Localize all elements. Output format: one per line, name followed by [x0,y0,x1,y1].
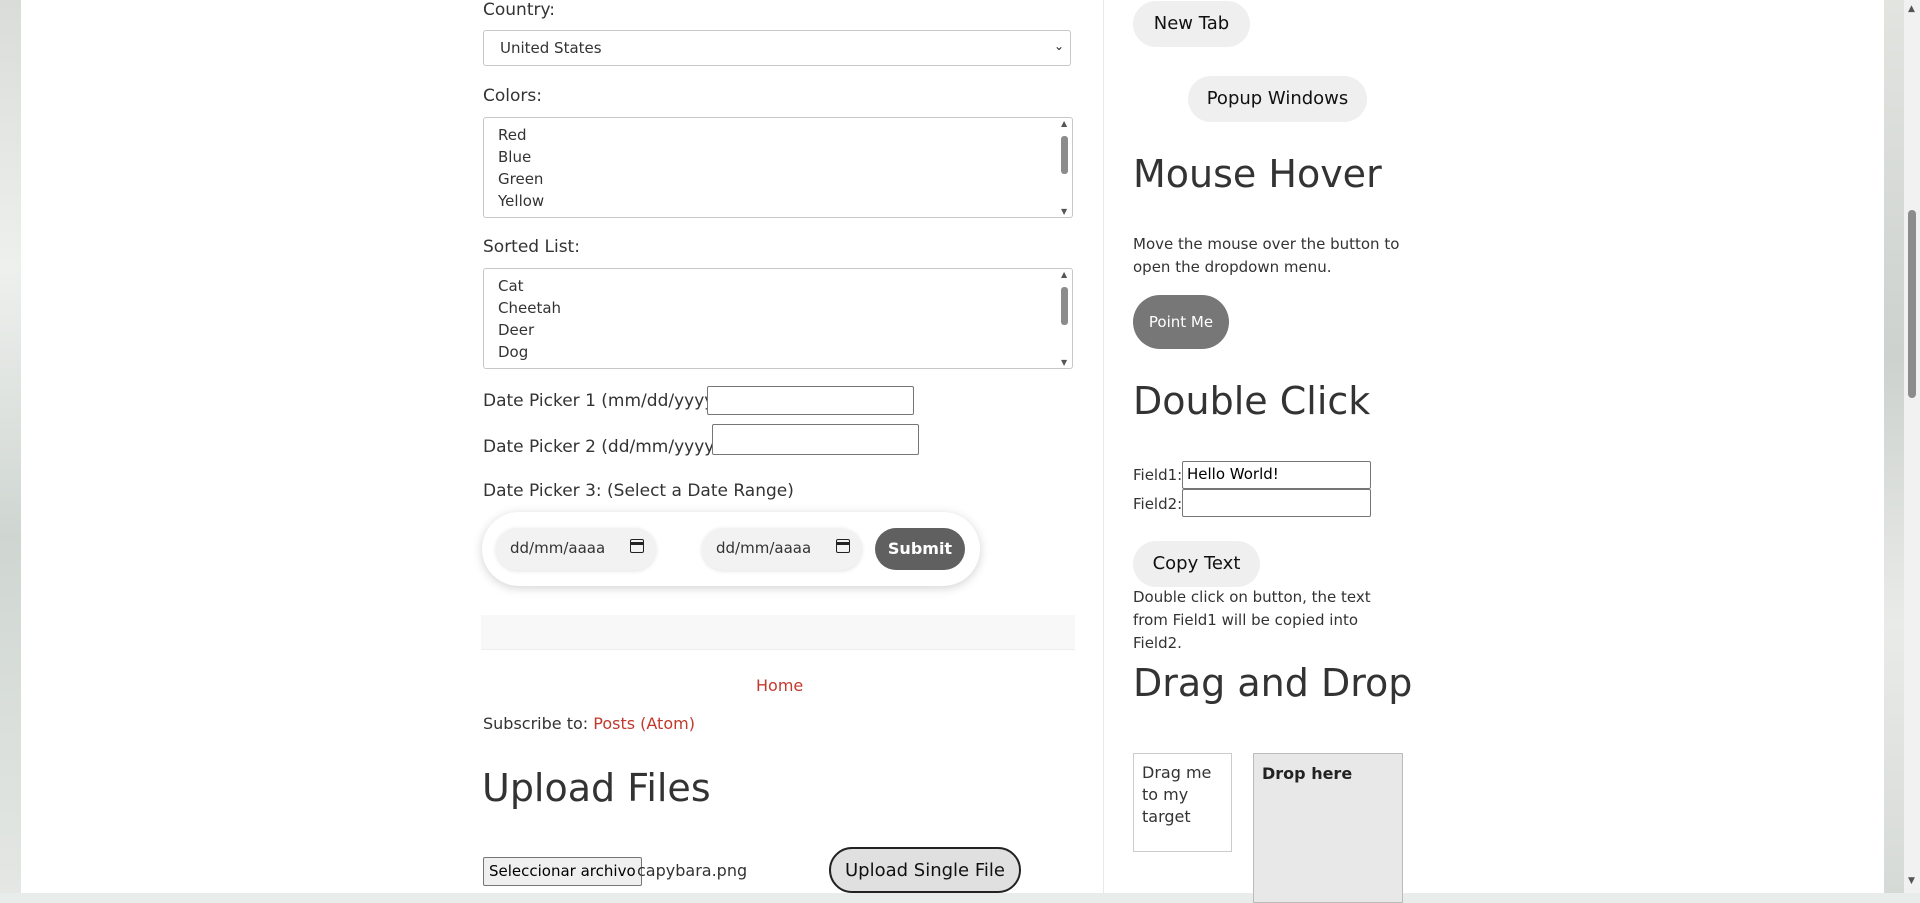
drop-target[interactable]: Drop here [1253,753,1403,903]
background-right [1884,0,1904,893]
upload-files-heading: Upload Files [482,766,711,810]
copy-text-button[interactable]: Copy Text [1133,541,1260,587]
home-link[interactable]: Home [756,676,803,695]
upload-single-file-button[interactable]: Upload Single File [829,847,1021,893]
scroll-down-arrow-icon[interactable]: ▼ [1061,358,1067,367]
country-value: United States [500,39,602,57]
start-date-placeholder: dd/mm/aaaa [510,539,606,557]
datepicker1-input[interactable] [707,386,914,415]
sorted-scrollbar[interactable]: ▲ ▼ [1058,269,1072,368]
end-date-placeholder: dd/mm/aaaa [716,539,812,557]
country-select[interactable]: United States ⌄ [483,30,1071,66]
date-range-container: dd/mm/aaaa dd/mm/aaaa Submit [482,512,980,586]
country-label: Country: [483,0,556,20]
field1-input[interactable]: Hello World! [1182,461,1371,489]
scroll-down-arrow-icon[interactable]: ▼ [1061,207,1067,216]
colors-option[interactable]: Blue [498,146,1072,168]
colors-option[interactable]: Green [498,168,1072,190]
datepicker2-label: Date Picker 2 (dd/mm/yyyy) : [483,437,733,457]
field2-input[interactable] [1182,489,1371,517]
choose-file-button[interactable]: Seleccionar archivo [483,857,642,886]
sorted-listbox[interactable]: Cat Cheetah Deer Dog ▲ ▼ [483,268,1073,369]
subscribe-prefix: Subscribe to: [483,714,589,733]
field2-label: Field2: [1133,495,1183,513]
datepicker1-label: Date Picker 1 (mm/dd/yyyy): [483,391,727,411]
double-click-heading: Double Click [1133,379,1371,423]
new-tab-button[interactable]: New Tab [1133,1,1250,47]
submit-button[interactable]: Submit [875,528,965,570]
scroll-thumb[interactable] [1061,136,1068,174]
double-click-text: Double click on button, the text from Fi… [1133,588,1371,652]
datepicker3-label: Date Picker 3: (Select a Date Range) [483,481,794,501]
mouse-hover-text: Move the mouse over the button to open t… [1133,235,1400,276]
scroll-up-arrow-icon[interactable]: ▲ [1061,270,1067,279]
page-scrollbar[interactable]: ▲ ▼ [1904,0,1920,893]
page-scroll-thumb[interactable] [1908,210,1916,398]
posts-atom-link[interactable]: Posts (Atom) [593,714,695,733]
start-date-input[interactable]: dd/mm/aaaa [496,528,656,570]
draggable-box[interactable]: Drag me to my target [1133,753,1232,852]
field1-label: Field1: [1133,466,1183,484]
mouse-hover-heading: Mouse Hover [1133,152,1382,196]
drag-drop-heading: Drag and Drop [1133,661,1413,705]
colors-option[interactable]: Yellow [498,190,1072,212]
colors-listbox[interactable]: Red Blue Green Yellow ▲ ▼ [483,117,1073,218]
sorted-option[interactable]: Dog [498,341,1072,363]
chosen-file-name: capybara.png [637,861,748,880]
sorted-option[interactable]: Cat [498,275,1072,297]
end-date-input[interactable]: dd/mm/aaaa [702,528,862,570]
colors-option[interactable]: Red [498,124,1072,146]
sorted-list-label: Sorted List: [483,237,580,257]
sorted-option[interactable]: Deer [498,319,1072,341]
colors-scrollbar[interactable]: ▲ ▼ [1058,118,1072,217]
calendar-icon[interactable] [836,539,850,553]
scroll-up-arrow-icon[interactable]: ▲ [1061,119,1067,128]
popup-windows-button[interactable]: Popup Windows [1188,76,1367,122]
scroll-down-arrow-icon[interactable]: ▼ [1908,876,1915,886]
calendar-icon[interactable] [630,539,644,553]
scroll-thumb[interactable] [1061,287,1068,325]
chevron-down-icon: ⌄ [1053,39,1064,53]
column-divider [1103,0,1104,893]
page-content: Country: United States ⌄ Colors: Red Blu… [0,0,1884,903]
subscribe-line: Subscribe to: Posts (Atom) [483,714,695,733]
point-me-button[interactable]: Point Me [1133,295,1229,349]
colors-label: Colors: [483,86,542,106]
footer-bar [481,615,1075,650]
scroll-up-arrow-icon[interactable]: ▲ [1908,4,1915,14]
datepicker2-input[interactable] [712,424,919,455]
sorted-option[interactable]: Cheetah [498,297,1072,319]
